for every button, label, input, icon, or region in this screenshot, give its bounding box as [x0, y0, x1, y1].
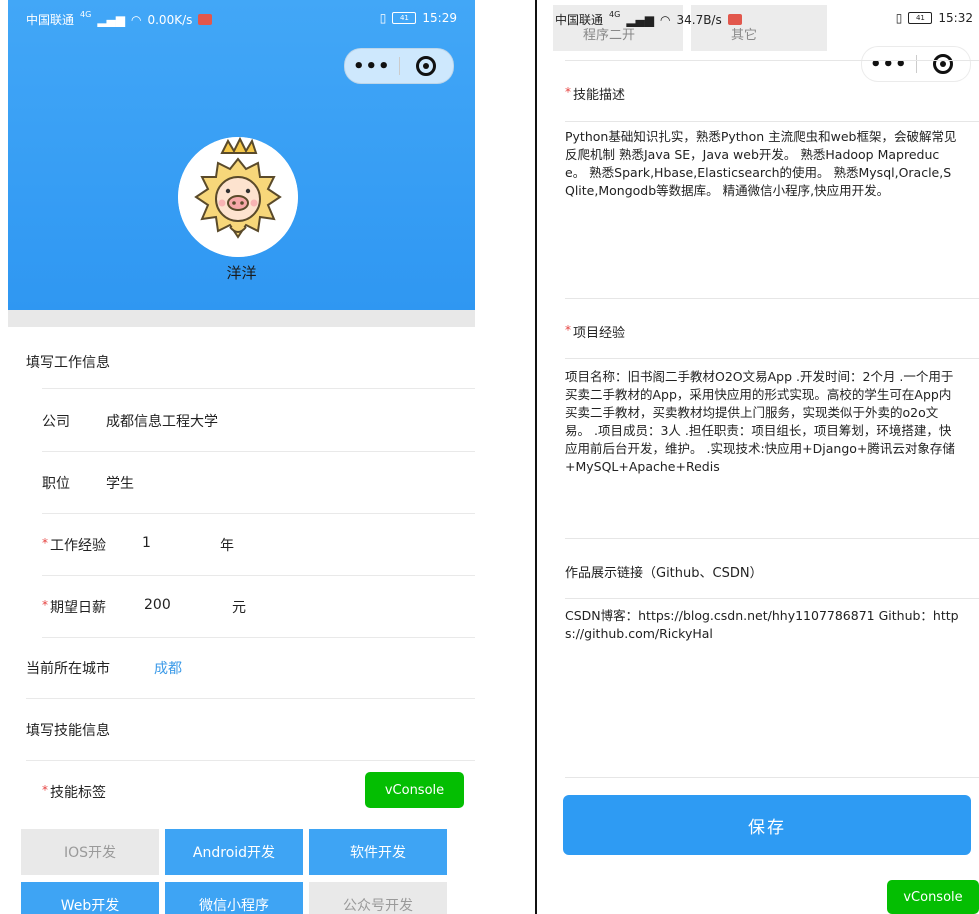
- status-bar: 中国联通 4G ▂▄▆ ◠ 0.00K/s ▯ 41 15:29: [8, 0, 475, 40]
- salary-value[interactable]: 200: [144, 597, 171, 613]
- row-divider: [565, 298, 979, 299]
- required-mark: *: [42, 783, 48, 797]
- skill-desc-label: * 技能描述: [565, 85, 626, 103]
- wifi-icon: ◠: [660, 12, 671, 27]
- tag-android[interactable]: Android开发: [165, 829, 303, 875]
- salary-unit: 元: [232, 600, 246, 616]
- skill-section-header: 填写技能信息: [26, 698, 475, 761]
- right-screen: 程序二开 其它 中国联通 4G ▂▄▆ ◠ 34.7B/s ▯ 41 15:32…: [545, 0, 979, 914]
- net-speed: 34.7B/s: [676, 12, 722, 27]
- signal-icon: ▂▄▆: [97, 12, 125, 27]
- user-name: 洋洋: [226, 264, 257, 282]
- row-divider: [42, 328, 475, 389]
- wifi-icon: ◠: [131, 12, 142, 27]
- notification-icon: [198, 14, 213, 25]
- close-target-icon[interactable]: [400, 56, 454, 76]
- tag-software[interactable]: 软件开发: [309, 829, 447, 875]
- required-mark: *: [42, 536, 48, 550]
- left-screen: 中国联通 4G ▂▄▆ ◠ 0.00K/s ▯ 41 15:29 ••• 洋洋 …: [8, 0, 475, 914]
- project-textarea[interactable]: 项目名称：旧书阁二手教材O2O文易App .开发时间：2个月 .一个用于买卖二手…: [565, 368, 959, 476]
- salary-field[interactable]: * 期望日薪 200 元: [42, 575, 475, 638]
- row-divider: [565, 777, 979, 778]
- row-divider: [565, 598, 979, 599]
- status-bar: 中国联通 4G ▂▄▆ ◠ 34.7B/s ▯ 41 15:32: [545, 0, 979, 40]
- position-field[interactable]: 职位 学生: [42, 451, 475, 514]
- miniprogram-capsule: •••: [344, 48, 454, 84]
- city-field[interactable]: 当前所在城市 成都: [26, 636, 475, 699]
- section-divider: [8, 310, 475, 327]
- save-button[interactable]: 保存: [563, 795, 971, 855]
- row-divider: [565, 121, 979, 122]
- signal-icon: ▂▄▆: [626, 12, 654, 27]
- city-label: 当前所在城市: [26, 661, 110, 677]
- network-label: 4G: [80, 10, 92, 19]
- avatar[interactable]: [178, 137, 298, 257]
- experience-label: 工作经验: [50, 538, 106, 554]
- row-divider: [565, 60, 979, 61]
- experience-value[interactable]: 1: [142, 535, 151, 551]
- company-label: 公司: [42, 414, 70, 430]
- links-label: 作品展示链接（Github、CSDN）: [565, 566, 763, 581]
- position-label: 职位: [42, 476, 70, 492]
- profile-header: 中国联通 4G ▂▄▆ ◠ 0.00K/s ▯ 41 15:29 ••• 洋洋: [8, 0, 475, 310]
- skill-desc-textarea[interactable]: Python基础知识扎实，熟悉Python 主流爬虫和web框架，会破解常见反爬…: [565, 128, 959, 200]
- vconsole-button[interactable]: vConsole: [365, 772, 464, 808]
- more-icon[interactable]: •••: [862, 54, 916, 75]
- notification-icon: [727, 14, 742, 25]
- net-speed: 0.00K/s: [147, 12, 193, 27]
- battery-icon: 41: [908, 12, 933, 24]
- salary-label: 期望日薪: [50, 600, 106, 616]
- skill-section-title: 填写技能信息: [26, 723, 110, 739]
- clock: 15:32: [938, 11, 973, 25]
- pig-lion-icon: [178, 137, 298, 257]
- skill-tags-label: 技能标签: [50, 785, 106, 801]
- network-label: 4G: [609, 10, 621, 19]
- tag-ios[interactable]: IOS开发: [21, 829, 159, 875]
- company-field[interactable]: 公司 成都信息工程大学: [42, 389, 475, 452]
- row-divider: [565, 538, 979, 539]
- required-mark: *: [42, 598, 48, 612]
- vibrate-icon: ▯: [895, 11, 903, 25]
- close-target-icon[interactable]: [917, 54, 971, 74]
- row-divider: [565, 358, 979, 359]
- tag-miniprogram[interactable]: 微信小程序: [165, 882, 303, 914]
- project-label: * 项目经验: [565, 323, 626, 341]
- experience-unit: 年: [220, 538, 234, 554]
- miniprogram-capsule: •••: [861, 46, 971, 82]
- screen-separator: [535, 0, 537, 914]
- position-value[interactable]: 学生: [106, 473, 134, 493]
- clock: 15:29: [422, 11, 457, 25]
- city-value[interactable]: 成都: [154, 658, 182, 678]
- carrier-label: 中国联通: [555, 13, 604, 27]
- vibrate-icon: ▯: [379, 11, 387, 25]
- company-value[interactable]: 成都信息工程大学: [106, 411, 218, 431]
- battery-icon: 41: [392, 12, 417, 24]
- tag-official-account[interactable]: 公众号开发: [309, 882, 447, 914]
- more-icon[interactable]: •••: [345, 56, 399, 77]
- tag-web[interactable]: Web开发: [21, 882, 159, 914]
- vconsole-button[interactable]: vConsole: [887, 880, 979, 914]
- carrier-label: 中国联通: [26, 13, 75, 27]
- links-textarea[interactable]: CSDN博客：https://blog.csdn.net/hhy11077868…: [565, 607, 959, 643]
- experience-field[interactable]: * 工作经验 1 年: [42, 513, 475, 576]
